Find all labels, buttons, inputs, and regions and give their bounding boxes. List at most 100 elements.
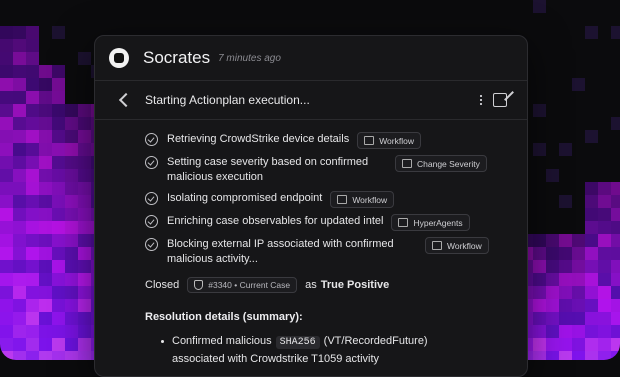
subheader: Starting Actionplan execution... [95, 81, 527, 120]
mosaic-pixel [13, 26, 26, 39]
mosaic-pixel [13, 91, 26, 104]
mosaic-pixel [598, 195, 611, 208]
bullet-dot [161, 340, 164, 343]
mosaic-pixel [546, 325, 559, 338]
mosaic-pixel [39, 91, 52, 104]
mosaic-pixel [52, 65, 65, 78]
change-severity-tag[interactable]: Change Severity [395, 155, 487, 172]
mosaic-pixel [533, 312, 546, 325]
mosaic-pixel [26, 208, 39, 221]
mosaic-pixel [78, 169, 91, 182]
mosaic-pixel [26, 52, 39, 65]
mosaic-pixel [65, 104, 78, 117]
mosaic-pixel [26, 39, 39, 52]
mosaic-pixel [26, 169, 39, 182]
mosaic-pixel [572, 351, 585, 360]
case-label: #3340 • Current Case [208, 280, 291, 290]
mosaic-pixel [39, 65, 52, 78]
mosaic-pixel [13, 260, 26, 273]
mosaic-pixel [13, 104, 26, 117]
step-item: Blocking external IP associated with con… [145, 237, 527, 267]
shield-icon [194, 280, 204, 290]
check-circle-icon [145, 238, 158, 251]
mosaic-pixel [546, 351, 559, 360]
thermometer-icon [402, 159, 412, 168]
mosaic-pixel [0, 234, 13, 247]
mosaic-pixel [65, 325, 78, 338]
mosaic-pixel [585, 195, 598, 208]
mosaic-pixel [611, 234, 620, 247]
workflow-tag[interactable]: Workflow [425, 237, 489, 254]
mosaic-pixel [52, 234, 65, 247]
mosaic-pixel [65, 130, 78, 143]
mosaic-pixel [26, 26, 39, 39]
mosaic-pixel [559, 286, 572, 299]
mosaic-pixel [13, 39, 26, 52]
mosaic-pixel [52, 325, 65, 338]
mosaic-pixel [39, 195, 52, 208]
mosaic-pixel [39, 312, 52, 325]
mosaic-pixel [585, 325, 598, 338]
mosaic-pixel [39, 247, 52, 260]
step-text: Setting case severity based on confirmed… [167, 156, 369, 183]
mosaic-pixel [559, 351, 572, 360]
mosaic-pixel [52, 117, 65, 130]
mosaic-pixel [52, 182, 65, 195]
mosaic-pixel [611, 208, 620, 221]
mosaic-pixel [546, 260, 559, 273]
mosaic-pixel [611, 325, 620, 338]
edit-icon[interactable] [493, 93, 507, 107]
mosaic-pixel [39, 104, 52, 117]
mosaic-pixel [13, 78, 26, 91]
case-chip[interactable]: #3340 • Current Case [187, 277, 298, 293]
mosaic-pixel [65, 221, 78, 234]
mosaic-pixel [78, 286, 91, 299]
mosaic-pixel [78, 208, 91, 221]
mosaic-pixel [65, 182, 78, 195]
workflow-tag[interactable]: Workflow [357, 132, 421, 149]
mosaic-pixel [559, 234, 572, 247]
mosaic-pixel [572, 247, 585, 260]
mosaic-pixel [13, 273, 26, 286]
resolution-pre: Confirmed malicious [172, 335, 272, 347]
step-text: Isolating compromised endpoint [167, 192, 323, 204]
mosaic-pixel [52, 130, 65, 143]
mosaic-pixel [559, 338, 572, 351]
mosaic-pixel [13, 312, 26, 325]
mosaic-pixel [598, 221, 611, 234]
mosaic-pixel [13, 65, 26, 78]
mosaic-pixel [0, 260, 13, 273]
mosaic-pixel [0, 221, 13, 234]
more-options-icon[interactable] [480, 95, 483, 107]
mosaic-pixel [585, 208, 598, 221]
mosaic-pixel [26, 91, 39, 104]
mosaic-pixel [598, 325, 611, 338]
mosaic-pixel [611, 195, 620, 208]
workflow-tag[interactable]: Workflow [330, 191, 395, 208]
mosaic-pixel [52, 221, 65, 234]
mosaic-pixel [78, 195, 91, 208]
mosaic-pixel [78, 117, 91, 130]
mosaic-pixel [13, 208, 26, 221]
mosaic-pixel [0, 299, 13, 312]
mosaic-pixel [65, 338, 78, 351]
mosaic-pixel [0, 78, 13, 91]
mosaic-pixel [13, 169, 26, 182]
mosaic-pixel [0, 65, 13, 78]
hyperagents-tag[interactable]: HyperAgents [391, 214, 470, 231]
mosaic-pixel [533, 325, 546, 338]
mosaic-pixel [572, 325, 585, 338]
mosaic-pixel [585, 338, 598, 351]
mosaic-pixel [26, 182, 39, 195]
mosaic-pixel [78, 338, 91, 351]
mosaic-pixel [52, 273, 65, 286]
mosaic-pixel [611, 312, 620, 325]
back-chevron-icon[interactable] [118, 92, 134, 108]
mosaic-pixel [13, 182, 26, 195]
mosaic-pixel [13, 338, 26, 351]
mosaic-pixel [611, 247, 620, 260]
as-label: as [305, 279, 317, 291]
step-item: Enriching case observables for updated i… [145, 214, 527, 231]
mosaic-pixel [598, 312, 611, 325]
timestamp: 7 minutes ago [218, 52, 281, 64]
